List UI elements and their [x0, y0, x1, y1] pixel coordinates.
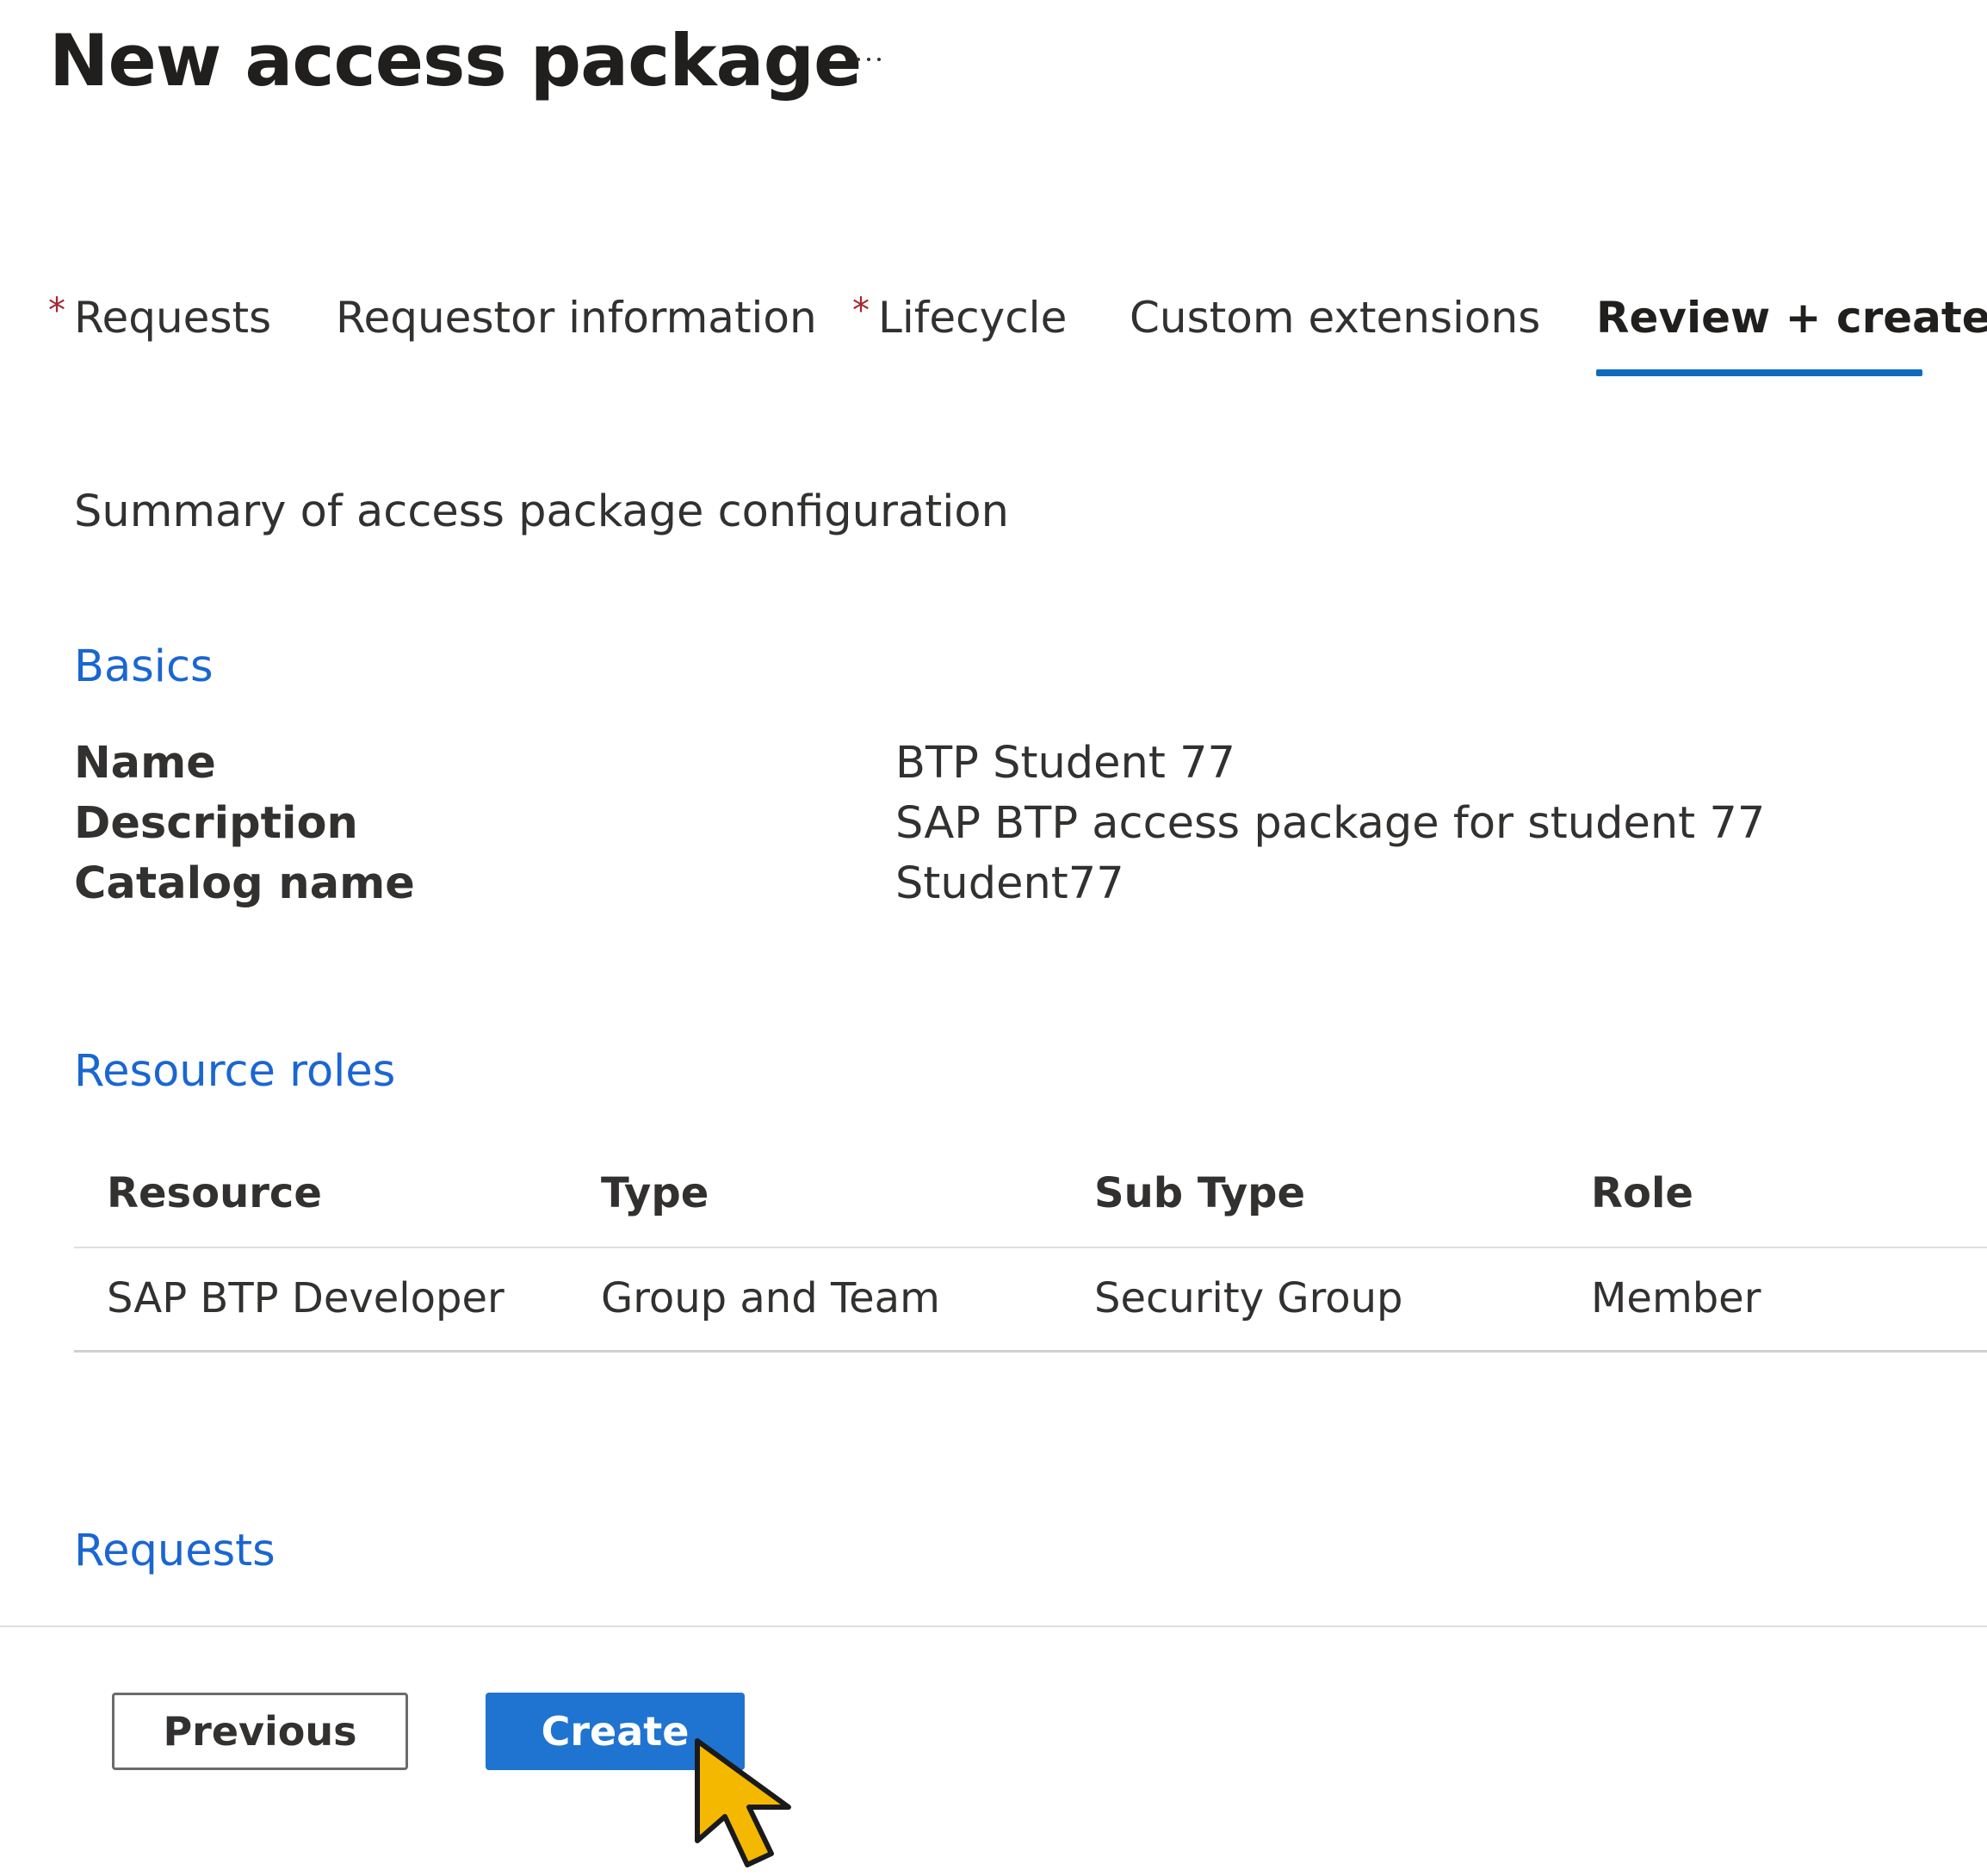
footer-divider	[0, 1625, 1987, 1627]
row-divider	[74, 1350, 1987, 1353]
cell-sub-type: Security Group	[1094, 1274, 1403, 1322]
description-label: Description	[74, 798, 358, 849]
resource-roles-heading[interactable]: Resource roles	[74, 1046, 395, 1097]
column-header-role: Role	[1591, 1169, 1693, 1217]
tab-requestor-information[interactable]: Requestor information	[336, 293, 817, 379]
column-header-resource: Resource	[107, 1169, 322, 1217]
name-label: Name	[74, 738, 216, 789]
column-header-type: Type	[601, 1169, 709, 1217]
column-header-sub-type: Sub Type	[1094, 1169, 1306, 1217]
tab-requests[interactable]: * Requests	[48, 291, 272, 379]
cell-role: Member	[1591, 1274, 1761, 1322]
catalog-name-label: Catalog name	[74, 858, 415, 909]
description-value: SAP BTP access package for student 77	[895, 798, 1766, 849]
name-value: BTP Student 77	[895, 738, 1235, 789]
page-title: New access package	[49, 19, 862, 102]
mouse-pointer-icon	[695, 1738, 791, 1867]
active-tab-indicator	[1596, 369, 1922, 376]
summary-description: Summary of access package configuration	[74, 486, 1009, 537]
tab-label: Lifecycle	[878, 293, 1068, 343]
tab-label: Requestor information	[336, 293, 817, 343]
requests-heading[interactable]: Requests	[74, 1526, 275, 1576]
cell-resource: SAP BTP Developer	[107, 1274, 504, 1322]
tab-label: Custom extensions	[1130, 293, 1541, 343]
cell-type: Group and Team	[601, 1274, 940, 1322]
tab-custom-extensions[interactable]: Custom extensions	[1130, 293, 1540, 379]
tab-review-create[interactable]: Review + create	[1596, 293, 1987, 379]
tab-lifecycle[interactable]: * Lifecycle	[852, 291, 1068, 379]
tab-label: Review + create	[1596, 293, 1987, 343]
basics-heading[interactable]: Basics	[74, 641, 214, 692]
required-indicator: *	[48, 291, 65, 331]
catalog-name-value: Student77	[895, 858, 1124, 909]
required-indicator: *	[852, 291, 870, 331]
more-horizontal-icon	[857, 58, 860, 61]
more-options-button[interactable]	[842, 45, 895, 74]
previous-button[interactable]: Previous	[112, 1693, 408, 1770]
header-divider	[74, 1247, 1987, 1248]
tab-label: Requests	[74, 293, 272, 343]
